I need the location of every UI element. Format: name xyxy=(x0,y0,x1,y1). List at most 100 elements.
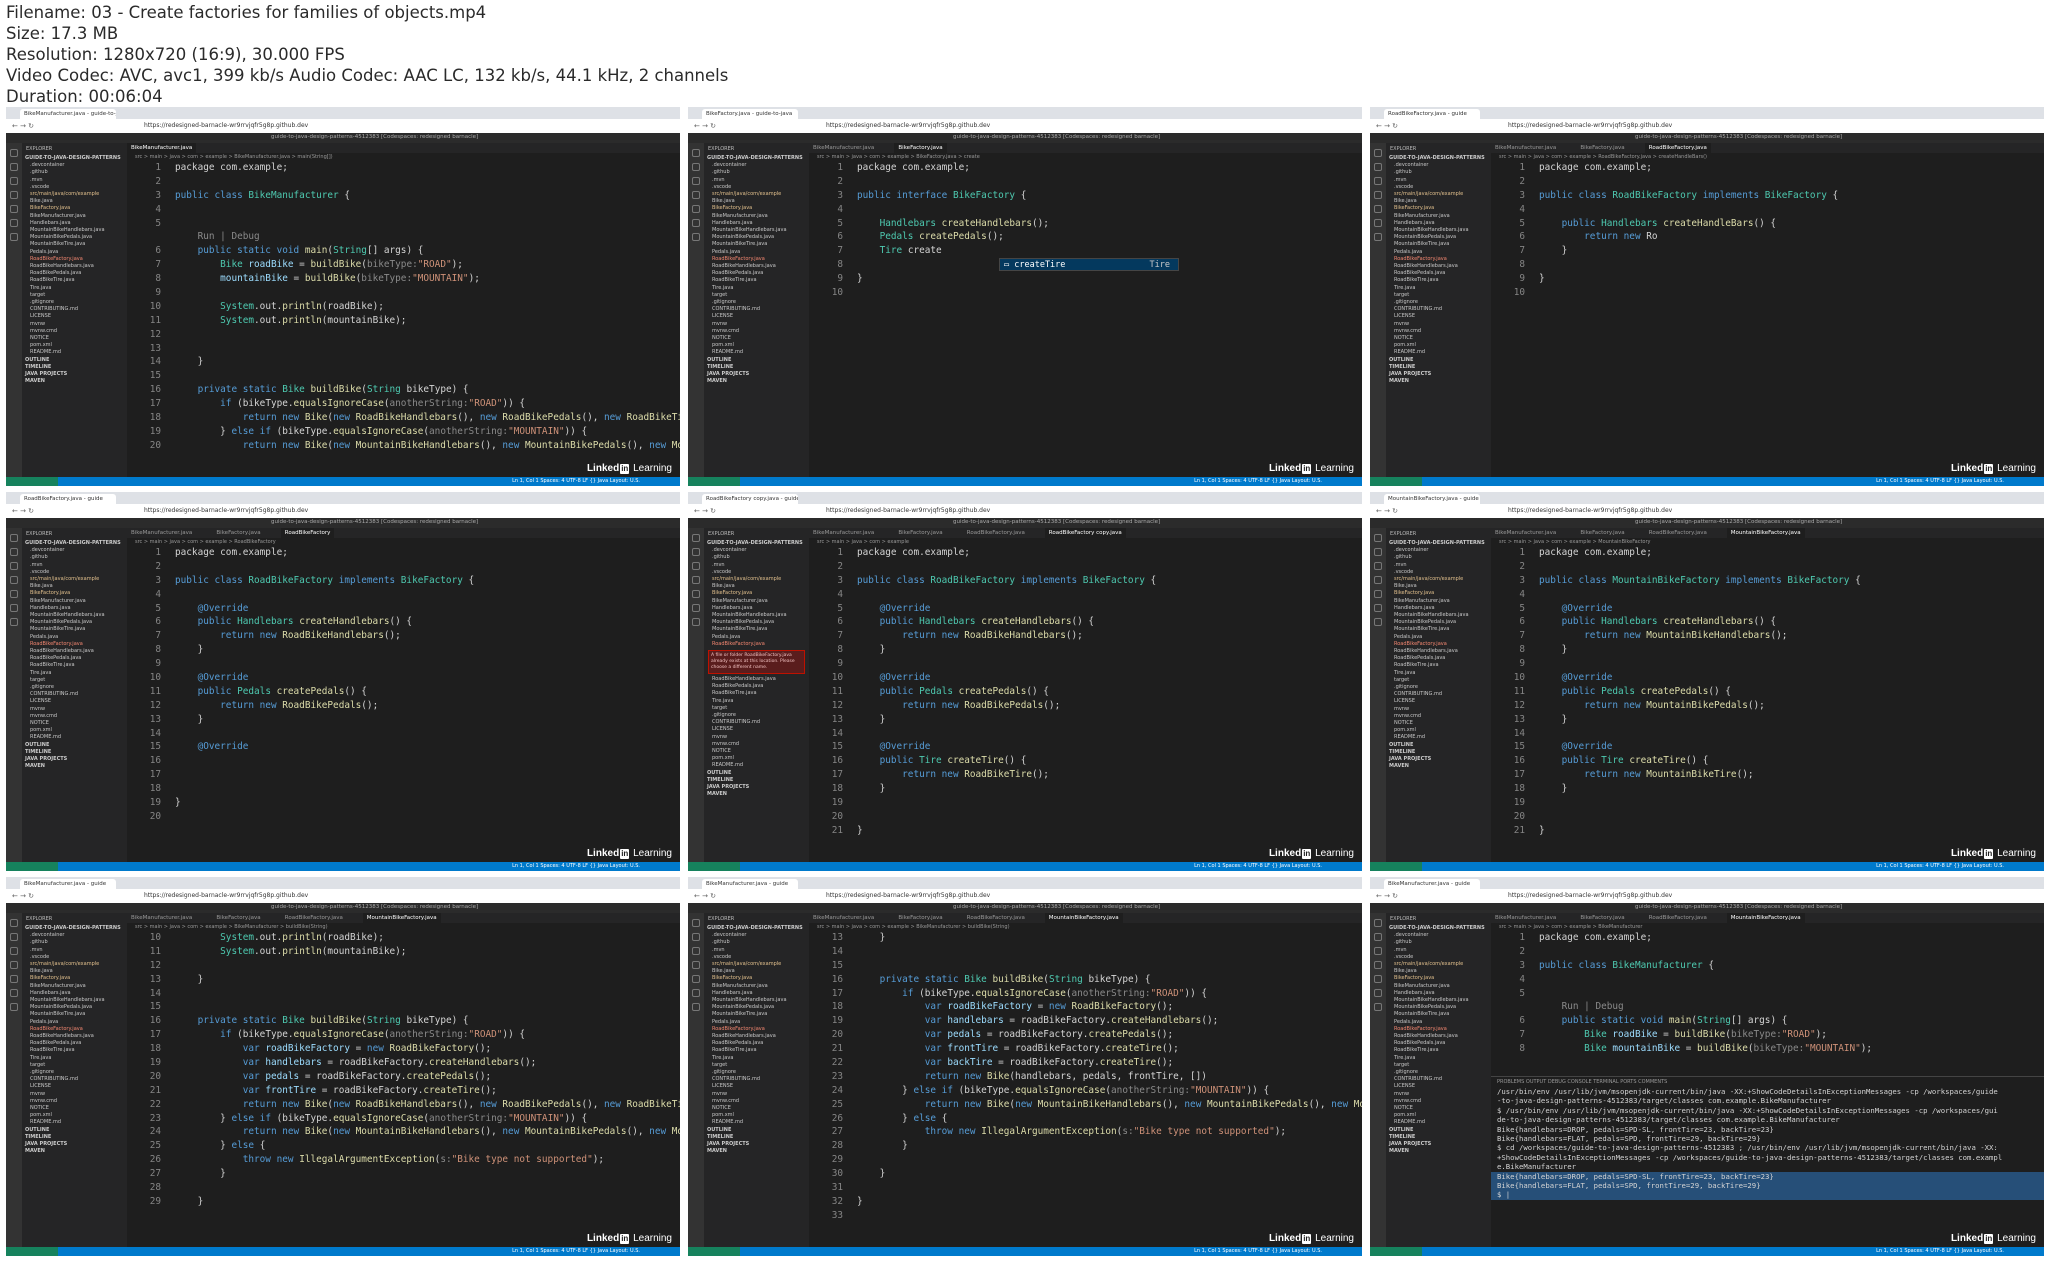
explorer-file-item[interactable]: .vscode xyxy=(1386,569,1491,576)
explorer-file-item[interactable]: OUTLINE xyxy=(22,357,127,364)
activity-bar-icon[interactable] xyxy=(1374,919,1382,927)
editor-tab[interactable]: BikeManufacturer.java xyxy=(809,528,878,538)
explorer-file-item[interactable]: JAVA PROJECTS xyxy=(704,784,809,791)
activity-bar-icon[interactable] xyxy=(10,149,18,157)
explorer-file-item[interactable]: Handlebars.java xyxy=(704,990,809,997)
explorer-file-item[interactable]: .devcontainer xyxy=(1386,162,1491,169)
editor-tab[interactable]: MountainBikeFactory.java xyxy=(1044,913,1123,923)
explorer-file-item[interactable]: .gitignore xyxy=(704,299,809,306)
explorer-file-item[interactable]: .gitignore xyxy=(1386,684,1491,691)
explorer-file-item[interactable]: .devcontainer xyxy=(22,547,127,554)
code-editor[interactable]: BikeManufacturer.java BikeFactory.java Roa… xyxy=(127,528,680,862)
remote-indicator[interactable] xyxy=(1370,1247,1422,1256)
explorer-file-item[interactable]: Tire.java xyxy=(1386,1055,1491,1062)
command-center[interactable]: guide-to-java-design-patterns-4512383 [C… xyxy=(6,903,680,913)
explorer-file-item[interactable]: src/main/java/com/example xyxy=(704,191,809,198)
explorer-file-item[interactable]: TIMELINE xyxy=(704,1134,809,1141)
address-bar[interactable]: ← → ↻ https://redesigned-barnacle-wr9rrvj… xyxy=(6,504,680,519)
activity-bar-icon[interactable] xyxy=(1374,219,1382,227)
explorer-file-item[interactable]: .vscode xyxy=(1386,954,1491,961)
explorer-file-item[interactable]: Tire.java xyxy=(22,1055,127,1062)
explorer-file-item[interactable]: .devcontainer xyxy=(704,162,809,169)
activity-bar-icon[interactable] xyxy=(692,163,700,171)
explorer-file-item[interactable]: Bike.java xyxy=(704,198,809,205)
explorer-file-item[interactable]: CONTRIBUTING.md xyxy=(704,719,809,726)
explorer-file-item[interactable]: RoadBikeTire.java xyxy=(22,1047,127,1054)
activity-bar-icon[interactable] xyxy=(10,534,18,542)
explorer-file-item[interactable]: src/main/java/com/example xyxy=(1386,576,1491,583)
explorer-file-item[interactable]: mvnw.cmd xyxy=(1386,1098,1491,1105)
editor-tab[interactable]: RoadBikeFactory.java xyxy=(963,913,1029,923)
editor-tab[interactable]: RoadBikeFactory xyxy=(280,528,335,538)
explorer-file-item[interactable]: .github xyxy=(1386,169,1491,176)
activity-bar-icon[interactable] xyxy=(10,933,18,941)
activity-bar-icon[interactable] xyxy=(692,576,700,584)
activity-bar-icon[interactable] xyxy=(1374,191,1382,199)
explorer-file-item[interactable]: Tire.java xyxy=(704,285,809,292)
nav-buttons-icon[interactable]: ← → ↻ xyxy=(12,123,34,130)
explorer-file-item[interactable]: MountainBikePedals.java xyxy=(22,619,127,626)
explorer-file-item[interactable]: Handlebars.java xyxy=(704,605,809,612)
explorer-file-item[interactable]: GUIDE-TO-JAVA-DESIGN-PATTERNS xyxy=(1386,925,1491,932)
explorer-file-item[interactable]: .gitignore xyxy=(704,1069,809,1076)
explorer-file-item[interactable]: TIMELINE xyxy=(22,749,127,756)
address-bar[interactable]: ← → ↻ https://redesigned-barnacle-wr9rrvj… xyxy=(688,119,1362,134)
command-center[interactable]: guide-to-java-design-patterns-4512383 [C… xyxy=(1370,133,2044,143)
explorer-file-item[interactable]: target xyxy=(1386,1062,1491,1069)
explorer-file-item[interactable]: LICENSE xyxy=(22,698,127,705)
browser-tab[interactable]: BikeManufacturer.java - guide-to-java xyxy=(20,109,116,119)
explorer-file-item[interactable]: MountainBikePedals.java xyxy=(1386,1004,1491,1011)
editor-tab[interactable]: BikeManufacturer.java xyxy=(809,913,878,923)
explorer-file-item[interactable]: TIMELINE xyxy=(704,777,809,784)
explorer-file-item[interactable]: src/main/java/com/example xyxy=(704,961,809,968)
explorer-file-item[interactable]: .mvn xyxy=(22,562,127,569)
explorer-file-item[interactable]: CONTRIBUTING.md xyxy=(1386,1076,1491,1083)
activity-bar-icon[interactable] xyxy=(692,562,700,570)
explorer-file-item[interactable]: OUTLINE xyxy=(22,1127,127,1134)
explorer-file-item[interactable]: MountainBikeTire.java xyxy=(704,1011,809,1018)
explorer-file-item[interactable]: BikeFactory.java xyxy=(1386,590,1491,597)
nav-buttons-icon[interactable]: ← → ↻ xyxy=(694,508,716,515)
activity-bar-icon[interactable] xyxy=(10,219,18,227)
explorer-file-item[interactable]: Tire.java xyxy=(704,1055,809,1062)
explorer-file-item[interactable]: Handlebars.java xyxy=(1386,220,1491,227)
explorer-file-item[interactable]: MountainBikePedals.java xyxy=(22,234,127,241)
explorer-file-item[interactable]: OUTLINE xyxy=(704,357,809,364)
explorer-file-item[interactable]: LICENSE xyxy=(704,313,809,320)
activity-bar-icon[interactable] xyxy=(10,604,18,612)
explorer-file-item[interactable]: OUTLINE xyxy=(704,770,809,777)
terminal-panel[interactable]: PROBLEMS OUTPUT DEBUG CONSOLE TERMINAL P… xyxy=(1491,1076,2044,1247)
explorer-file-item[interactable]: README.md xyxy=(704,762,809,769)
explorer-file-item[interactable]: MountainBikeHandlebars.java xyxy=(22,227,127,234)
explorer-file-item[interactable]: RoadBikeFactory.java xyxy=(704,1026,809,1033)
browser-tab[interactable]: RoadBikeFactory.java - guide xyxy=(20,494,116,504)
explorer-file-item[interactable]: pom.xml xyxy=(22,342,127,349)
explorer-file-item[interactable]: README.md xyxy=(22,349,127,356)
explorer-file-item[interactable]: RoadBikeHandlebars.java xyxy=(1386,263,1491,270)
explorer-file-item[interactable]: src/main/java/com/example xyxy=(22,961,127,968)
explorer-file-item[interactable]: target xyxy=(704,1062,809,1069)
explorer-file-item[interactable]: Handlebars.java xyxy=(1386,605,1491,612)
activity-bar-icon[interactable] xyxy=(1374,947,1382,955)
explorer-file-item[interactable]: README.md xyxy=(704,349,809,356)
activity-bar-icon[interactable] xyxy=(692,590,700,598)
explorer-file-item[interactable]: TIMELINE xyxy=(1386,749,1491,756)
explorer-file-item[interactable]: .devcontainer xyxy=(1386,547,1491,554)
explorer-file-item[interactable]: .devcontainer xyxy=(1386,932,1491,939)
activity-bar-icon[interactable] xyxy=(10,961,18,969)
activity-bar-icon[interactable] xyxy=(1374,548,1382,556)
explorer-file-item[interactable]: .gitignore xyxy=(1386,1069,1491,1076)
activity-bar-icon[interactable] xyxy=(692,191,700,199)
explorer-file-item[interactable]: BikeFactory.java xyxy=(1386,205,1491,212)
explorer-file-item[interactable]: Pedals.java xyxy=(704,1019,809,1026)
explorer-file-item[interactable]: RoadBikeFactory.java xyxy=(1386,256,1491,263)
browser-tab[interactable]: BikeFactory.java - guide-to-java xyxy=(702,109,798,119)
activity-bar-icon[interactable] xyxy=(10,205,18,213)
explorer-file-item[interactable]: RoadBikePedals.java xyxy=(704,1040,809,1047)
activity-bar-icon[interactable] xyxy=(1374,149,1382,157)
explorer-file-item[interactable]: RoadBikeHandlebars.java xyxy=(1386,1033,1491,1040)
explorer-file-item[interactable]: target xyxy=(22,292,127,299)
explorer-file-item[interactable]: BikeFactory.java xyxy=(704,205,809,212)
activity-bar-icon[interactable] xyxy=(10,590,18,598)
explorer-file-item[interactable]: Pedals.java xyxy=(1386,634,1491,641)
